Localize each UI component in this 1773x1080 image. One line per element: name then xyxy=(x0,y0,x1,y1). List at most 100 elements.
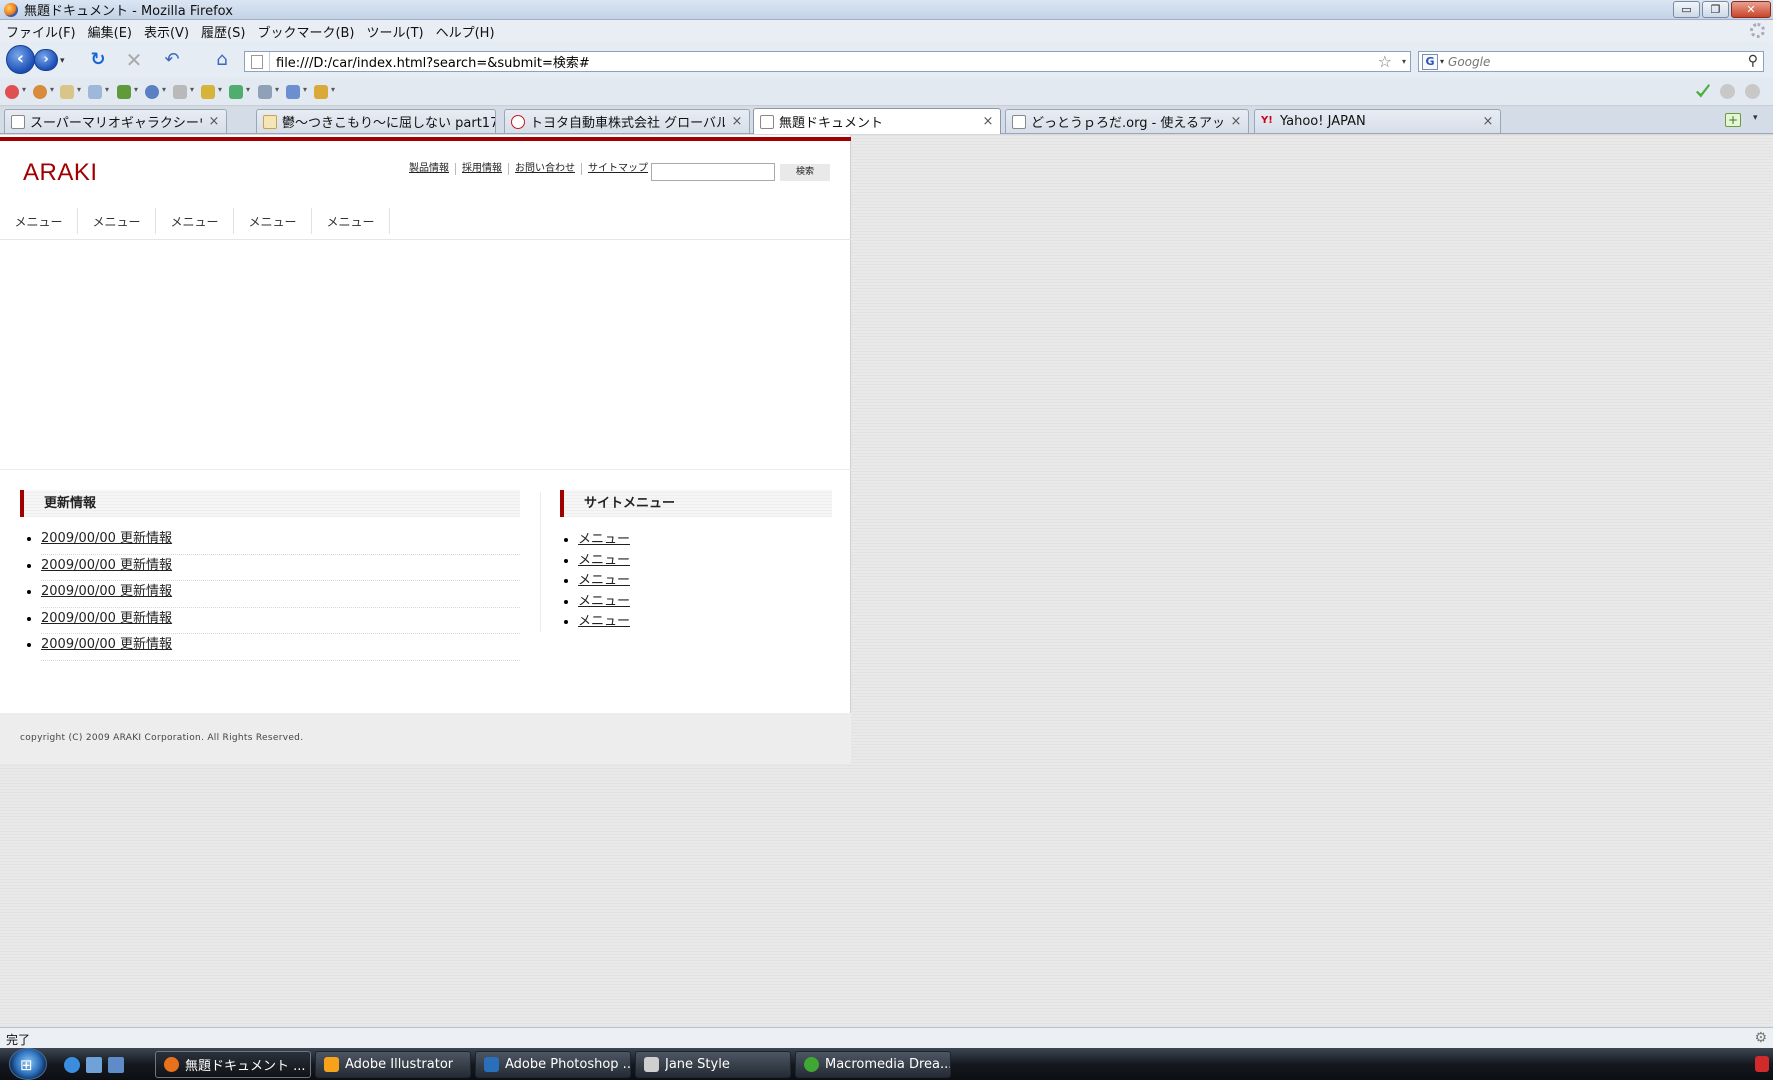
taskbar-button[interactable]: 無題ドキュメント ... xyxy=(155,1051,311,1078)
tab[interactable]: Y! Yahoo! JAPAN × xyxy=(1254,109,1501,133)
site-search-input[interactable] xyxy=(651,163,775,181)
menu-file[interactable]: ファイル(F) xyxy=(6,22,76,41)
tab-list-dropdown-icon[interactable]: ▾ xyxy=(1753,113,1758,123)
minimize-button[interactable]: ▭ xyxy=(1673,1,1700,18)
tab-active[interactable]: 無題ドキュメント × xyxy=(753,108,1001,134)
tab[interactable]: トヨタ自動車株式会社 グローバル... × xyxy=(504,109,750,133)
taskbar-button[interactable]: Adobe Illustrator xyxy=(315,1051,471,1078)
tab-label: トヨタ自動車株式会社 グローバル... xyxy=(530,116,725,131)
tab[interactable]: スーパーマリオギャラクシーウイ... × xyxy=(4,109,227,133)
brand-top-line xyxy=(0,137,851,141)
user-icon[interactable] xyxy=(33,85,54,99)
menu-view[interactable]: 表示(V) xyxy=(144,22,189,41)
window-titlebar: 無題ドキュメント - Mozilla Firefox ▭ ❐ ✕ xyxy=(0,0,1773,20)
site-menu-link[interactable]: メニュー xyxy=(578,614,630,629)
site-logo[interactable]: ARAKI xyxy=(23,159,98,187)
gear-icon[interactable]: ⚙ xyxy=(1754,1030,1767,1046)
new-tab-button[interactable]: + xyxy=(1725,113,1741,127)
images-icon[interactable] xyxy=(117,85,138,99)
misc-icon[interactable] xyxy=(173,85,194,99)
cookie-icon[interactable] xyxy=(60,85,81,99)
back-button[interactable]: ‹ xyxy=(6,45,35,74)
menu-bookmarks[interactable]: ブックマーク(B) xyxy=(257,22,354,41)
site-menu-link[interactable]: メニュー xyxy=(578,573,630,588)
site-menu-link[interactable]: メニュー xyxy=(578,532,630,547)
web-search-input[interactable] xyxy=(1448,54,1719,69)
start-button[interactable]: ⊞ xyxy=(9,1048,47,1080)
global-nav-item[interactable]: メニュー xyxy=(156,208,234,234)
undo-close-tab-button[interactable]: ↶ xyxy=(162,50,182,70)
taskbar-button[interactable]: Jane Style xyxy=(635,1051,791,1078)
ie-quicklaunch-icon[interactable] xyxy=(64,1057,80,1073)
show-desktop-icon[interactable] xyxy=(108,1057,124,1073)
utility-nav: 製品情報 採用情報 お問い合わせ サイトマップ xyxy=(409,163,655,175)
taskbar-button[interactable]: Macromedia Drea... xyxy=(795,1051,951,1078)
util-link-recruit[interactable]: 採用情報 xyxy=(456,163,509,175)
close-tab-icon[interactable]: × xyxy=(207,114,221,129)
status-dot-icon[interactable] xyxy=(1745,84,1760,99)
windows-taskbar: ⊞ 無題ドキュメント ... Adobe Illustrator Adobe P… xyxy=(0,1048,1773,1080)
web-search-box[interactable]: G ▾ ⚲ xyxy=(1418,51,1764,72)
tab[interactable]: どっとうｐろだ.org - 使えるアッ... × xyxy=(1005,109,1249,133)
list-item: メニュー xyxy=(578,531,630,552)
stop-button[interactable]: ✕ xyxy=(124,50,144,70)
menu-edit[interactable]: 編集(E) xyxy=(88,22,132,41)
google-engine-icon[interactable]: G xyxy=(1422,53,1438,70)
close-tab-icon[interactable]: × xyxy=(730,114,744,129)
engine-dropdown-icon[interactable]: ▾ xyxy=(1440,57,1444,66)
site-menu-link[interactable]: メニュー xyxy=(578,553,630,568)
tab-favicon-icon xyxy=(760,114,774,129)
url-dropdown-icon[interactable]: ▾ xyxy=(1402,57,1406,66)
util-link-contact[interactable]: お問い合わせ xyxy=(509,163,582,175)
taskbar-button[interactable]: Adobe Photoshop ... xyxy=(475,1051,631,1078)
switch-windows-icon[interactable] xyxy=(86,1057,102,1073)
tools-icon[interactable] xyxy=(258,85,279,99)
hero-area xyxy=(0,240,851,470)
menu-help[interactable]: ヘルプ(H) xyxy=(436,22,495,41)
history-dropdown-icon[interactable]: ▾ xyxy=(60,56,65,66)
forward-button[interactable]: › xyxy=(34,49,58,71)
info-icon[interactable] xyxy=(145,85,166,99)
window-controls: ▭ ❐ ✕ xyxy=(1673,1,1771,18)
site-search-button[interactable]: 検索 xyxy=(780,164,830,181)
tab-favicon-icon xyxy=(1012,114,1026,129)
global-nav-item[interactable]: メニュー xyxy=(234,208,312,234)
search-magnifier-icon[interactable]: ⚲ xyxy=(1748,53,1758,69)
forms-icon[interactable] xyxy=(88,85,109,99)
news-link[interactable]: 2009/00/00 更新情報 xyxy=(41,611,172,626)
view-source-icon[interactable] xyxy=(286,85,307,99)
site-menu-list: メニュー メニュー メニュー メニュー メニュー xyxy=(564,531,630,634)
home-button[interactable]: ⌂ xyxy=(212,50,232,70)
news-link[interactable]: 2009/00/00 更新情報 xyxy=(41,531,172,546)
util-link-products[interactable]: 製品情報 xyxy=(409,163,456,175)
menu-history[interactable]: 履歴(S) xyxy=(201,22,245,41)
close-tab-icon[interactable]: × xyxy=(1229,114,1243,129)
global-nav-item[interactable]: メニュー xyxy=(312,208,390,234)
options-icon[interactable] xyxy=(314,85,335,99)
close-tab-icon[interactable]: × xyxy=(1481,114,1495,129)
restore-button[interactable]: ❐ xyxy=(1702,1,1729,18)
news-link[interactable]: 2009/00/00 更新情報 xyxy=(41,637,172,652)
site-menu-link[interactable]: メニュー xyxy=(578,594,630,609)
global-nav-item[interactable]: メニュー xyxy=(0,208,78,234)
tray-icon[interactable] xyxy=(1755,1056,1769,1072)
validator-check-icon[interactable] xyxy=(1696,84,1710,98)
status-dot-icon[interactable] xyxy=(1720,84,1735,99)
close-tab-icon[interactable]: × xyxy=(981,114,995,129)
global-nav-item[interactable]: メニュー xyxy=(78,208,156,234)
menu-tools[interactable]: ツール(T) xyxy=(367,22,424,41)
news-link[interactable]: 2009/00/00 更新情報 xyxy=(41,558,172,573)
back-icon: ‹ xyxy=(16,48,25,69)
reload-button[interactable]: ↻ xyxy=(88,50,108,70)
close-window-button[interactable]: ✕ xyxy=(1731,1,1771,18)
address-bar[interactable]: file:///D:/car/index.html?search=&submit… xyxy=(244,51,1411,72)
stop-sign-icon[interactable] xyxy=(5,85,26,99)
url-text[interactable]: file:///D:/car/index.html?search=&submit… xyxy=(276,52,590,71)
taskbar-button-label: 無題ドキュメント ... xyxy=(185,1059,306,1074)
news-link[interactable]: 2009/00/00 更新情報 xyxy=(41,584,172,599)
bookmark-star-icon[interactable]: ☆ xyxy=(1378,52,1392,71)
util-link-sitemap[interactable]: サイトマップ xyxy=(582,163,655,175)
outline-icon[interactable] xyxy=(201,85,222,99)
tab[interactable]: 鬱～つきこもり～に屈しない part17... xyxy=(256,109,496,133)
resize-icon[interactable] xyxy=(229,85,250,99)
